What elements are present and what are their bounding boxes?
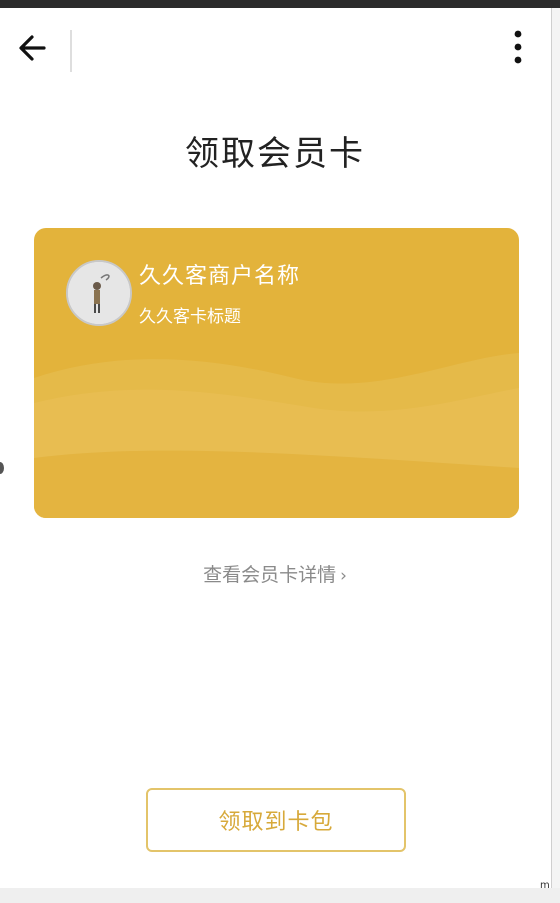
view-card-details-link[interactable]: 查看会员卡详情 › bbox=[0, 560, 550, 587]
scrollbar-track[interactable] bbox=[551, 8, 560, 888]
claim-to-wallet-button[interactable]: 领取到卡包 bbox=[146, 788, 406, 852]
header-divider bbox=[70, 30, 72, 72]
bottom-edge bbox=[0, 888, 560, 903]
edge-marker bbox=[0, 462, 4, 474]
more-vertical-icon bbox=[514, 30, 522, 64]
status-bar-strip bbox=[0, 0, 560, 8]
back-button[interactable] bbox=[14, 30, 54, 66]
arrow-left-icon bbox=[19, 35, 46, 61]
view-card-details-label: 查看会员卡详情 bbox=[203, 564, 337, 586]
merchant-avatar-icon bbox=[68, 262, 130, 324]
chevron-right-icon: › bbox=[340, 566, 347, 586]
page-title: 领取会员卡 bbox=[185, 134, 365, 174]
top-navigation-bar bbox=[0, 8, 550, 88]
merchant-name: 久久客商户名称 bbox=[139, 264, 301, 289]
more-options-button[interactable] bbox=[504, 26, 532, 68]
membership-card[interactable]: 久久客商户名称 久久客卡标题 bbox=[34, 228, 519, 518]
merchant-avatar bbox=[66, 260, 132, 326]
card-title: 久久客卡标题 bbox=[139, 307, 241, 327]
corner-mark: m bbox=[540, 880, 550, 891]
